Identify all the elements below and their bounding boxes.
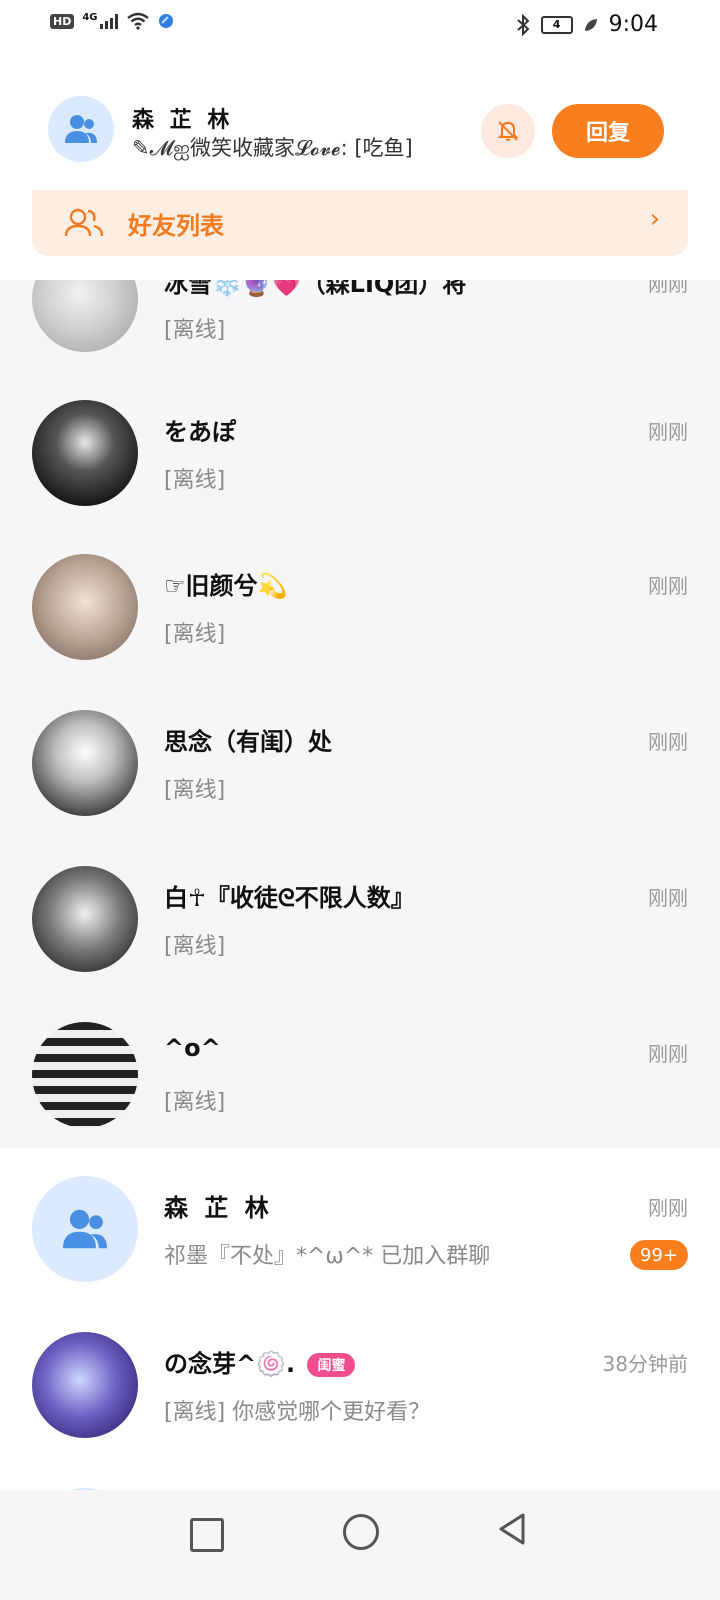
message-preview: [离线] bbox=[164, 622, 226, 647]
message-time: 刚刚 bbox=[648, 420, 688, 444]
status-right: 4 9:04 bbox=[515, 12, 658, 37]
system-nav-bar bbox=[0, 1490, 720, 1600]
contact-name: をあぽ bbox=[164, 418, 236, 446]
app-notification-icon bbox=[158, 14, 173, 28]
message-time: 刚刚 bbox=[648, 730, 688, 754]
message-preview: [离线] bbox=[164, 1090, 226, 1115]
unread-badge: 99+ bbox=[630, 1240, 688, 1270]
conversation-row[interactable]: 思念（有闺）处 [离线] 刚刚 bbox=[0, 686, 720, 842]
avatar bbox=[32, 1332, 138, 1438]
wifi-icon bbox=[126, 12, 149, 30]
message-time: 刚刚 bbox=[648, 574, 688, 598]
leaf-icon bbox=[584, 18, 597, 31]
conversation-row[interactable]: の念芽^🍥. 闺蜜 [离线] 你感觉哪个更好看？ 38分钟前 bbox=[0, 1304, 720, 1460]
recents-button[interactable] bbox=[190, 1518, 224, 1552]
message-time: 38分钟前 bbox=[602, 1352, 688, 1376]
avatar bbox=[32, 400, 138, 506]
conversation-list: 冰雪❄️🔮💗（森LIQ团）将 [离线] 刚刚 をあぽ [离线] 刚刚 ☞旧颜兮💫… bbox=[0, 278, 720, 1520]
back-button[interactable] bbox=[497, 1512, 527, 1546]
contact-name: 冰雪❄️🔮💗（森LIQ团）将 bbox=[164, 278, 467, 298]
reply-button[interactable]: 回复 bbox=[552, 104, 664, 158]
avatar bbox=[32, 554, 138, 660]
status-left: HD 4G bbox=[50, 12, 174, 30]
group-icon bbox=[65, 115, 97, 143]
contact-name-text: の念芽^🍥. bbox=[164, 1350, 296, 1378]
relationship-tag: 闺蜜 bbox=[307, 1353, 356, 1377]
conversation-row[interactable]: をあぽ [离线] 刚刚 bbox=[0, 374, 720, 530]
battery-level: 4 bbox=[552, 18, 561, 31]
avatar bbox=[32, 710, 138, 816]
message-time: 刚刚 bbox=[648, 886, 688, 910]
clock: 9:04 bbox=[608, 12, 658, 37]
bell-off-icon bbox=[497, 121, 519, 141]
message-time: 刚刚 bbox=[648, 1196, 688, 1220]
contact-name: 森 芷 林 bbox=[164, 1194, 273, 1222]
contact-name: の念芽^🍥. 闺蜜 bbox=[164, 1344, 356, 1379]
group-name: 森 芷 林 bbox=[132, 108, 234, 133]
chevron-right-icon: › bbox=[649, 204, 660, 234]
conversation-row[interactable]: ☞旧颜兮💫 [离线] 刚刚 bbox=[0, 530, 720, 686]
conversation-row[interactable]: 冰雪❄️🔮💗（森LIQ团）将 [离线] 刚刚 bbox=[0, 278, 720, 374]
contact-name: ^o^ bbox=[164, 1034, 221, 1062]
message-preview: 祁墨『不处』*^ω^* 已加入群聊 bbox=[164, 1244, 491, 1269]
avatar bbox=[32, 866, 138, 972]
group-avatar bbox=[32, 1176, 138, 1282]
message-time: 刚刚 bbox=[648, 278, 688, 296]
message-preview: [离线] 你感觉哪个更好看？ bbox=[164, 1400, 431, 1425]
hd-badge: HD bbox=[50, 13, 75, 29]
message-preview: [离线] bbox=[164, 778, 226, 803]
group-icon bbox=[63, 1209, 107, 1249]
conversation-row[interactable]: ^o^ [离线] 刚刚 bbox=[0, 998, 720, 1148]
last-message: ✎𝓜ஐ微笑收藏家𝓛𝓸𝓿𝓮: [吃鱼] bbox=[132, 136, 413, 160]
message-preview: [离线] bbox=[164, 934, 226, 959]
conversation-row[interactable]: 白☥『收徒ᘓ不限人数』 [离线] 刚刚 bbox=[0, 842, 720, 998]
conversation-row[interactable]: 森 芷 林 祁墨『不处』*^ω^* 已加入群聊 刚刚 99+ bbox=[0, 1148, 720, 1304]
avatar bbox=[32, 1022, 138, 1128]
message-preview: [离线] bbox=[164, 468, 226, 493]
message-time: 刚刚 bbox=[648, 1042, 688, 1066]
contact-name: 白☥『收徒ᘓ不限人数』 bbox=[164, 884, 415, 912]
mute-button[interactable] bbox=[481, 104, 535, 158]
battery-icon: 4 bbox=[540, 15, 573, 34]
status-bar: HD 4G 4 9:04 bbox=[0, 0, 720, 50]
avatar bbox=[32, 278, 138, 352]
bluetooth-icon bbox=[516, 13, 530, 36]
home-button[interactable] bbox=[343, 1514, 379, 1550]
friend-list-label: 好友列表 bbox=[128, 212, 224, 240]
network-type: 4G bbox=[82, 11, 98, 23]
message-preview: [离线] bbox=[164, 318, 226, 343]
signal-icon bbox=[99, 13, 118, 29]
friend-list-bar[interactable]: 好友列表 › bbox=[32, 190, 688, 256]
contact-name: 思念（有闺）处 bbox=[164, 728, 332, 756]
friends-icon bbox=[64, 208, 104, 237]
contact-name: ☞旧颜兮💫 bbox=[164, 572, 288, 600]
group-avatar[interactable] bbox=[48, 96, 114, 162]
